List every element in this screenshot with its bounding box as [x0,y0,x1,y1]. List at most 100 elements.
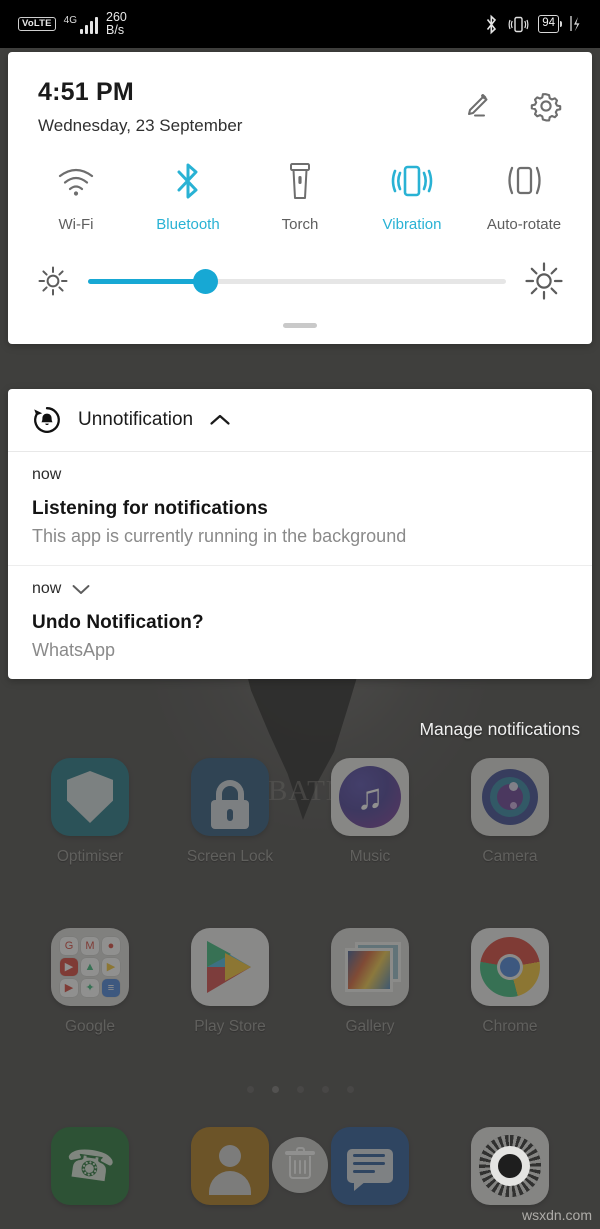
shield-icon[interactable] [51,758,129,836]
app-label: Google [65,1018,115,1035]
gear-icon[interactable] [530,90,562,122]
messaging-icon[interactable] [331,1127,409,1205]
app-play-store[interactable]: Play Store [160,928,300,1036]
vibrate-icon [390,160,434,202]
watermark: wsxdn.com [521,1207,592,1223]
undo-bell-icon [34,407,60,433]
manage-notifications-button[interactable]: Manage notifications [8,719,592,740]
notification-panel: Unnotification now Listening for notific… [8,389,592,679]
mini-icon-play-movies: ▶ [60,979,78,997]
toggle-label: Auto-rotate [486,216,562,233]
toggle-label: Torch [281,216,319,233]
brightness-high-icon [525,262,563,300]
chrome-icon[interactable] [471,928,549,1006]
toggle-torch[interactable]: Torch [244,160,356,233]
mini-icon-gmail: M [81,937,99,955]
brightness-slider-thumb[interactable] [193,268,219,294]
app-gallery[interactable]: Gallery [300,928,440,1036]
notification-item[interactable]: now Listening for notifications This app… [8,452,592,565]
trash-icon[interactable] [272,1137,328,1193]
notification-text: WhatsApp [32,640,116,660]
bluetooth-icon [487,14,497,34]
battery-icon: 94 [538,15,562,33]
page-dot[interactable] [321,1086,329,1093]
brightness-slider[interactable] [88,268,506,294]
mini-icon-docs: ≡ [102,979,120,997]
pencil-edit-icon[interactable] [462,91,492,121]
dock-phone[interactable]: ☎ [20,1127,160,1205]
app-chrome[interactable]: Chrome [440,928,580,1036]
music-note-icon[interactable]: ♫ [331,758,409,836]
flashlight-icon [287,160,313,202]
camera-lens-icon[interactable] [471,758,549,836]
page-dot[interactable] [246,1086,254,1093]
phone-icon[interactable]: ☎ [51,1127,129,1205]
app-label: Camera [482,848,538,865]
quick-settings-panel: 4:51 PM Wednesday, 23 September Wi-Fi Bl… [8,52,592,344]
settings-gear-icon[interactable] [471,1127,549,1205]
app-camera[interactable]: Camera [440,758,580,866]
network-type-label: 4G [63,15,78,26]
contacts-icon[interactable] [191,1127,269,1205]
bluetooth-icon [173,160,203,202]
toggle-auto-rotate[interactable]: Auto-rotate [468,160,580,233]
toggle-label: Wi-Fi [58,216,94,233]
app-label: Chrome [482,1018,538,1035]
brightness-slider-fill [88,278,206,284]
app-label: Gallery [345,1018,395,1035]
notification-meta: now [32,580,568,598]
dock-settings[interactable] [440,1127,580,1205]
google-folder-icon[interactable]: G M ● ▶ ▲ ▶ ▶ ✦ ≡ [51,928,129,1006]
page-dot-active[interactable] [271,1086,279,1093]
brightness-control [8,233,592,301]
app-google-folder[interactable]: G M ● ▶ ▲ ▶ ▶ ✦ ≡ Google [20,928,160,1036]
app-label: Play Store [194,1018,266,1035]
play-store-icon[interactable] [191,928,269,1006]
status-bar: VoLTE 4G 260 B/s 94 [0,0,600,48]
notification-time: now [32,580,62,597]
mini-icon-play: ▶ [102,958,120,976]
quick-settings-header: 4:51 PM Wednesday, 23 September [8,52,592,136]
network-speed-value: 260 [106,9,127,24]
page-indicator [0,1086,600,1093]
chevron-up-icon[interactable] [209,413,231,427]
toggle-bluetooth[interactable]: Bluetooth [132,160,244,233]
mini-icon-drive: ▲ [81,958,99,976]
padlock-icon[interactable] [191,758,269,836]
mini-icon-maps: ● [102,937,120,955]
page-dot[interactable] [346,1086,354,1093]
app-optimiser[interactable]: Optimiser [20,758,160,866]
clock: 4:51 PM [38,78,134,106]
chevron-down-icon[interactable] [71,583,91,596]
wifi-icon [55,160,97,202]
brightness-low-icon [38,266,68,296]
notification-item[interactable]: now Undo Notification? WhatsApp [8,565,592,679]
battery-percent: 94 [542,17,555,30]
notification-title: Listening for notifications [32,498,268,519]
app-label: Music [349,848,391,865]
app-music[interactable]: ♫ Music [300,758,440,866]
gallery-photos-icon[interactable] [331,928,409,1006]
notification-time: now [32,466,62,483]
panel-drag-handle[interactable] [8,301,592,340]
toggle-label: Bluetooth [156,216,220,233]
charging-bolt-icon [570,16,580,32]
quick-settings-toggles: Wi-Fi Bluetooth Torch Vibration Auto-rot… [8,136,592,233]
mini-icon-google: G [60,937,78,955]
signal-strength-icon: 4G [63,14,99,34]
page-dot[interactable] [296,1086,304,1093]
app-label: Screen Lock [186,848,274,865]
toggle-label: Vibration [382,216,442,233]
date: Wednesday, 23 September [38,116,243,135]
notification-group-header[interactable]: Unnotification [8,389,592,452]
app-row-2: G M ● ▶ ▲ ▶ ▶ ✦ ≡ Google Play Store Gall… [0,928,600,1036]
network-speed: 260 B/s [106,9,127,37]
app-label: Optimiser [56,848,124,865]
app-screen-lock[interactable]: Screen Lock [160,758,300,866]
toggle-vibration[interactable]: Vibration [356,160,468,233]
toggle-wifi[interactable]: Wi-Fi [20,160,132,233]
notification-text: This app is currently running in the bac… [32,526,407,546]
notification-meta: now [32,466,568,484]
mini-icon-photos: ✦ [81,979,99,997]
notification-title: Undo Notification? [32,612,204,633]
